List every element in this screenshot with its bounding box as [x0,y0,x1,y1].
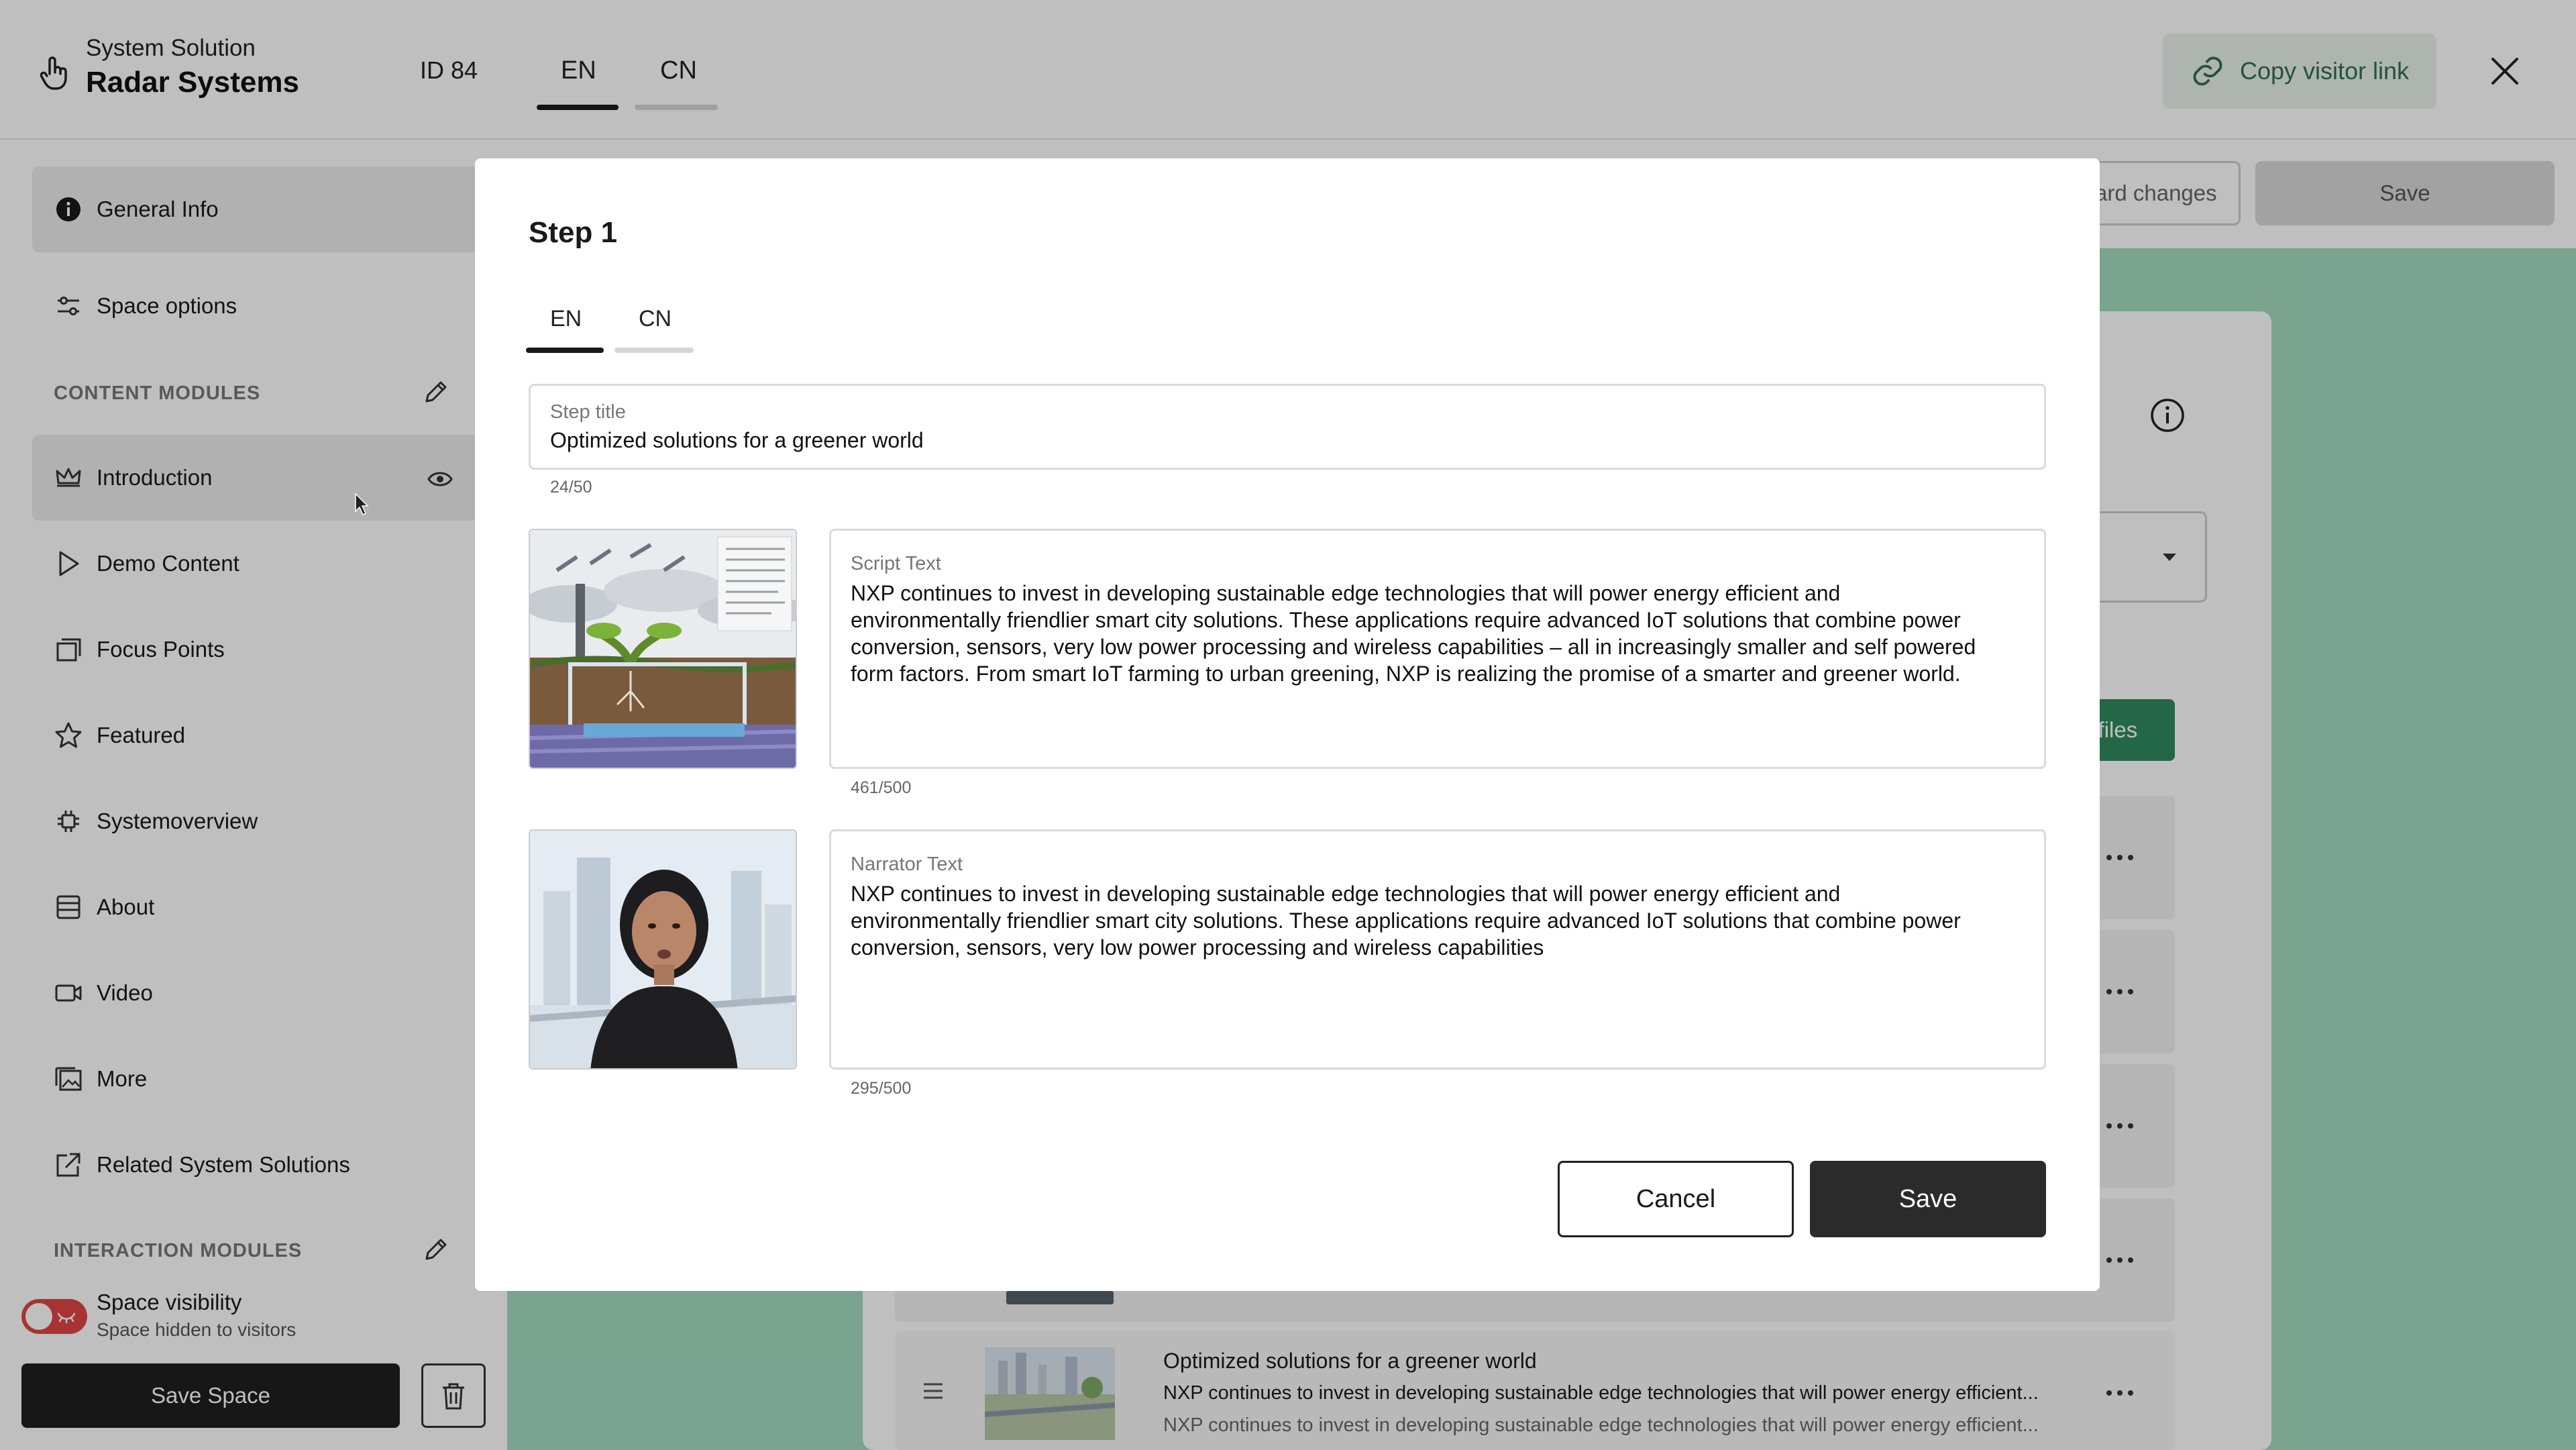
script-text-counter: 461/500 [851,778,912,797]
text-line: NXP continues to invest in developing su… [851,581,1841,605]
step-title-input[interactable]: Optimized solutions for a greener world [550,427,924,454]
text-line: conversion, sensors, very low power proc… [851,635,1976,659]
script-image[interactable] [529,529,797,769]
plant-illustration [530,530,796,768]
script-text-label: Script Text [851,553,941,574]
save-button[interactable]: Save [1810,1161,2046,1237]
modal-tab-cn-indicator [614,348,694,353]
text-line: form factors. From smart IoT farming to … [851,662,1961,686]
text-line: NXP continues to invest in developing su… [851,882,1841,906]
step-title-counter: 24/50 [550,478,592,497]
modal-tab-en[interactable]: EN [550,306,582,332]
text-line: environmentally friendlier smart city so… [851,608,1961,632]
narrator-text-counter: 295/500 [851,1079,912,1098]
modal-tab-cn[interactable]: CN [639,306,672,332]
narrator-text-input[interactable]: NXP continues to invest in developing su… [851,880,2031,961]
narrator-portrait [530,831,796,1068]
mouse-cursor-icon [355,493,369,516]
narrator-text-label: Narrator Text [851,853,963,875]
cancel-button[interactable]: Cancel [1558,1161,1794,1237]
script-text-input[interactable]: NXP continues to invest in developing su… [851,580,2031,687]
step-title-label: Step title [550,401,626,423]
text-line: conversion, sensors, very low power proc… [851,935,1544,960]
text-line: environmentally friendlier smart city so… [851,909,1961,933]
modal-title: Step 1 [529,216,618,249]
narrator-image[interactable] [529,829,797,1070]
modal-tab-en-indicator [526,348,604,353]
